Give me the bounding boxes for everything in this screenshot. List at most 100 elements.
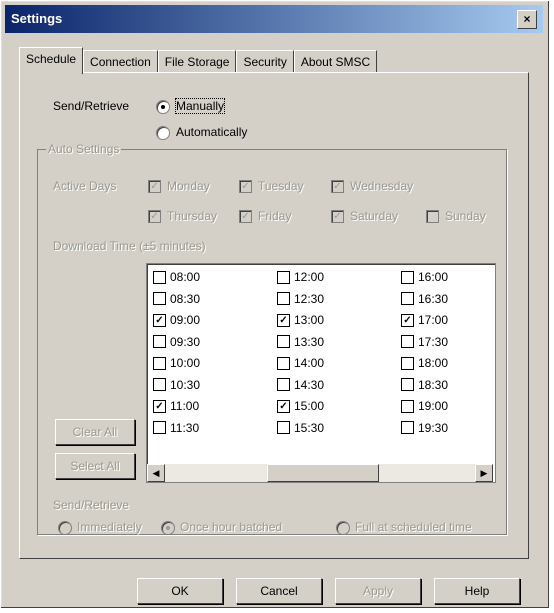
time-slot-item[interactable]: 18:00 bbox=[401, 354, 448, 372]
title-bar[interactable]: Settings × bbox=[5, 5, 543, 33]
time-slot-item[interactable]: 14:00 bbox=[277, 354, 324, 372]
time-slot-label: 16:00 bbox=[418, 270, 449, 284]
time-slot-checkbox[interactable] bbox=[153, 270, 166, 284]
time-slot-label: 13:30 bbox=[294, 334, 325, 349]
sunday-checkbox[interactable] bbox=[426, 210, 439, 223]
friday-label: Friday bbox=[258, 209, 292, 223]
time-slot-checkbox[interactable] bbox=[401, 378, 414, 391]
time-slot-checkbox[interactable] bbox=[277, 356, 290, 370]
time-slot-item[interactable]: 19:30 bbox=[401, 419, 448, 437]
saturday-label: Saturday bbox=[350, 209, 399, 223]
download-time-list[interactable]: 08:00 12:00 16:00 08:30 12:30 16:30 ✓ 09:00 ✓ 13:… bbox=[146, 263, 496, 483]
automatically-radio[interactable] bbox=[156, 126, 170, 140]
time-slot-item[interactable]: ✓ 09:00 bbox=[153, 311, 200, 329]
time-slot-item[interactable]: 16:30 bbox=[401, 290, 448, 308]
time-slot-checkbox[interactable]: ✓ bbox=[401, 313, 414, 327]
time-slot-label: 10:00 bbox=[170, 356, 201, 370]
horizontal-scrollbar[interactable]: ◀ ▶ bbox=[147, 464, 493, 482]
time-slot-checkbox[interactable] bbox=[401, 335, 414, 348]
automatically-radio-label[interactable]: Automatically bbox=[176, 125, 247, 139]
select-all-button[interactable]: Select All bbox=[55, 453, 135, 479]
time-slot-item[interactable]: 14:30 bbox=[277, 376, 324, 394]
time-slot-item[interactable]: ✓ 15:00 bbox=[277, 397, 324, 415]
time-slot-item[interactable]: 10:30 bbox=[153, 376, 200, 394]
immediately-radio[interactable] bbox=[58, 521, 72, 535]
time-slot-item[interactable]: 16:00 bbox=[401, 268, 448, 286]
time-slot-item[interactable]: 13:30 bbox=[277, 333, 324, 351]
time-slot-label: 12:30 bbox=[294, 291, 325, 306]
settings-dialog: Settings × Schedule Connection File Stor… bbox=[0, 0, 550, 609]
time-slot-label: 11:00 bbox=[170, 399, 200, 413]
time-slot-label: 13:00 bbox=[294, 313, 325, 327]
time-slot-checkbox[interactable] bbox=[401, 270, 414, 284]
send-retrieve-label: Send/Retrieve bbox=[53, 99, 130, 113]
time-slot-checkbox[interactable] bbox=[401, 292, 414, 305]
cancel-button[interactable]: Cancel bbox=[236, 578, 322, 604]
once-hour-batched-label: Once hour batched bbox=[180, 520, 283, 534]
full-at-scheduled-time-label: Full at scheduled time bbox=[355, 520, 472, 534]
scroll-thumb[interactable] bbox=[267, 464, 379, 482]
time-slot-item[interactable]: 15:30 bbox=[277, 419, 324, 437]
arrow-left-icon: ◀ bbox=[152, 468, 160, 478]
time-slot-checkbox[interactable] bbox=[153, 421, 166, 434]
time-slot-label: 10:30 bbox=[170, 377, 201, 392]
time-slot-item[interactable]: 11:30 bbox=[153, 419, 199, 437]
wednesday-checkbox[interactable]: ✓ bbox=[331, 180, 344, 193]
time-slot-checkbox[interactable] bbox=[401, 399, 414, 413]
time-slot-item[interactable]: 08:00 bbox=[153, 268, 200, 286]
time-slot-checkbox[interactable]: ✓ bbox=[277, 399, 290, 413]
friday-checkbox[interactable]: ✓ bbox=[239, 210, 252, 223]
scroll-right-button[interactable]: ▶ bbox=[475, 464, 493, 482]
time-slot-checkbox[interactable] bbox=[153, 292, 166, 305]
scroll-left-button[interactable]: ◀ bbox=[147, 464, 165, 482]
tab-connection[interactable]: Connection bbox=[83, 50, 158, 73]
thursday-checkbox[interactable]: ✓ bbox=[148, 210, 161, 223]
apply-button[interactable]: Apply bbox=[335, 578, 421, 604]
tab-file-storage[interactable]: File Storage bbox=[157, 50, 237, 73]
time-slot-checkbox[interactable] bbox=[277, 270, 290, 284]
saturday-checkbox[interactable]: ✓ bbox=[331, 210, 344, 223]
ok-button[interactable]: OK bbox=[137, 578, 223, 604]
once-hour-batched-radio[interactable] bbox=[161, 521, 175, 535]
time-slot-label: 15:00 bbox=[294, 399, 325, 413]
time-slot-checkbox[interactable] bbox=[153, 335, 166, 348]
time-slot-checkbox[interactable] bbox=[277, 335, 290, 348]
time-slot-item[interactable]: ✓ 17:00 bbox=[401, 311, 448, 329]
tab-security[interactable]: Security bbox=[236, 50, 294, 73]
monday-checkbox[interactable]: ✓ bbox=[148, 180, 161, 193]
time-slot-checkbox[interactable] bbox=[277, 421, 290, 434]
time-slot-checkbox[interactable] bbox=[277, 292, 290, 305]
wednesday-label: Wednesday bbox=[350, 179, 414, 193]
clear-all-button[interactable]: Clear All bbox=[55, 419, 135, 445]
tab-about-smsc[interactable]: About SMSC bbox=[293, 50, 378, 73]
time-slot-label: 19:30 bbox=[418, 420, 449, 435]
time-slot-item[interactable]: ✓ 13:00 bbox=[277, 311, 324, 329]
time-slot-checkbox[interactable]: ✓ bbox=[153, 313, 166, 327]
time-slot-checkbox[interactable]: ✓ bbox=[277, 313, 290, 327]
time-slot-item[interactable]: 08:30 bbox=[153, 290, 200, 308]
manually-radio[interactable] bbox=[156, 100, 170, 114]
tuesday-checkbox[interactable]: ✓ bbox=[239, 180, 252, 193]
tab-schedule[interactable]: Schedule bbox=[19, 47, 84, 74]
time-slot-item[interactable]: ✓ 11:00 bbox=[153, 397, 199, 415]
time-slot-checkbox[interactable] bbox=[153, 378, 166, 391]
time-slot-checkbox[interactable] bbox=[401, 421, 414, 434]
time-slot-item[interactable]: 09:30 bbox=[153, 333, 200, 351]
manually-radio-label[interactable]: Manually bbox=[174, 98, 226, 114]
time-slot-item[interactable]: 12:00 bbox=[277, 268, 324, 286]
full-at-scheduled-time-radio[interactable] bbox=[336, 521, 350, 535]
time-slot-label: 08:30 bbox=[170, 291, 201, 306]
time-slot-checkbox[interactable] bbox=[277, 378, 290, 391]
time-slot-checkbox[interactable] bbox=[153, 356, 166, 370]
arrow-right-icon: ▶ bbox=[480, 468, 488, 478]
time-slot-item[interactable]: 19:00 bbox=[401, 397, 448, 415]
time-slot-checkbox[interactable] bbox=[401, 356, 414, 370]
time-slot-item[interactable]: 12:30 bbox=[277, 290, 324, 308]
time-slot-item[interactable]: 17:30 bbox=[401, 333, 448, 351]
time-slot-checkbox[interactable]: ✓ bbox=[153, 399, 166, 413]
help-button[interactable]: Help bbox=[434, 578, 520, 604]
window-title: Settings bbox=[11, 11, 63, 26]
time-slot-item[interactable]: 18:30 bbox=[401, 376, 448, 394]
close-button[interactable]: × bbox=[517, 10, 537, 29]
time-slot-item[interactable]: 10:00 bbox=[153, 354, 200, 372]
